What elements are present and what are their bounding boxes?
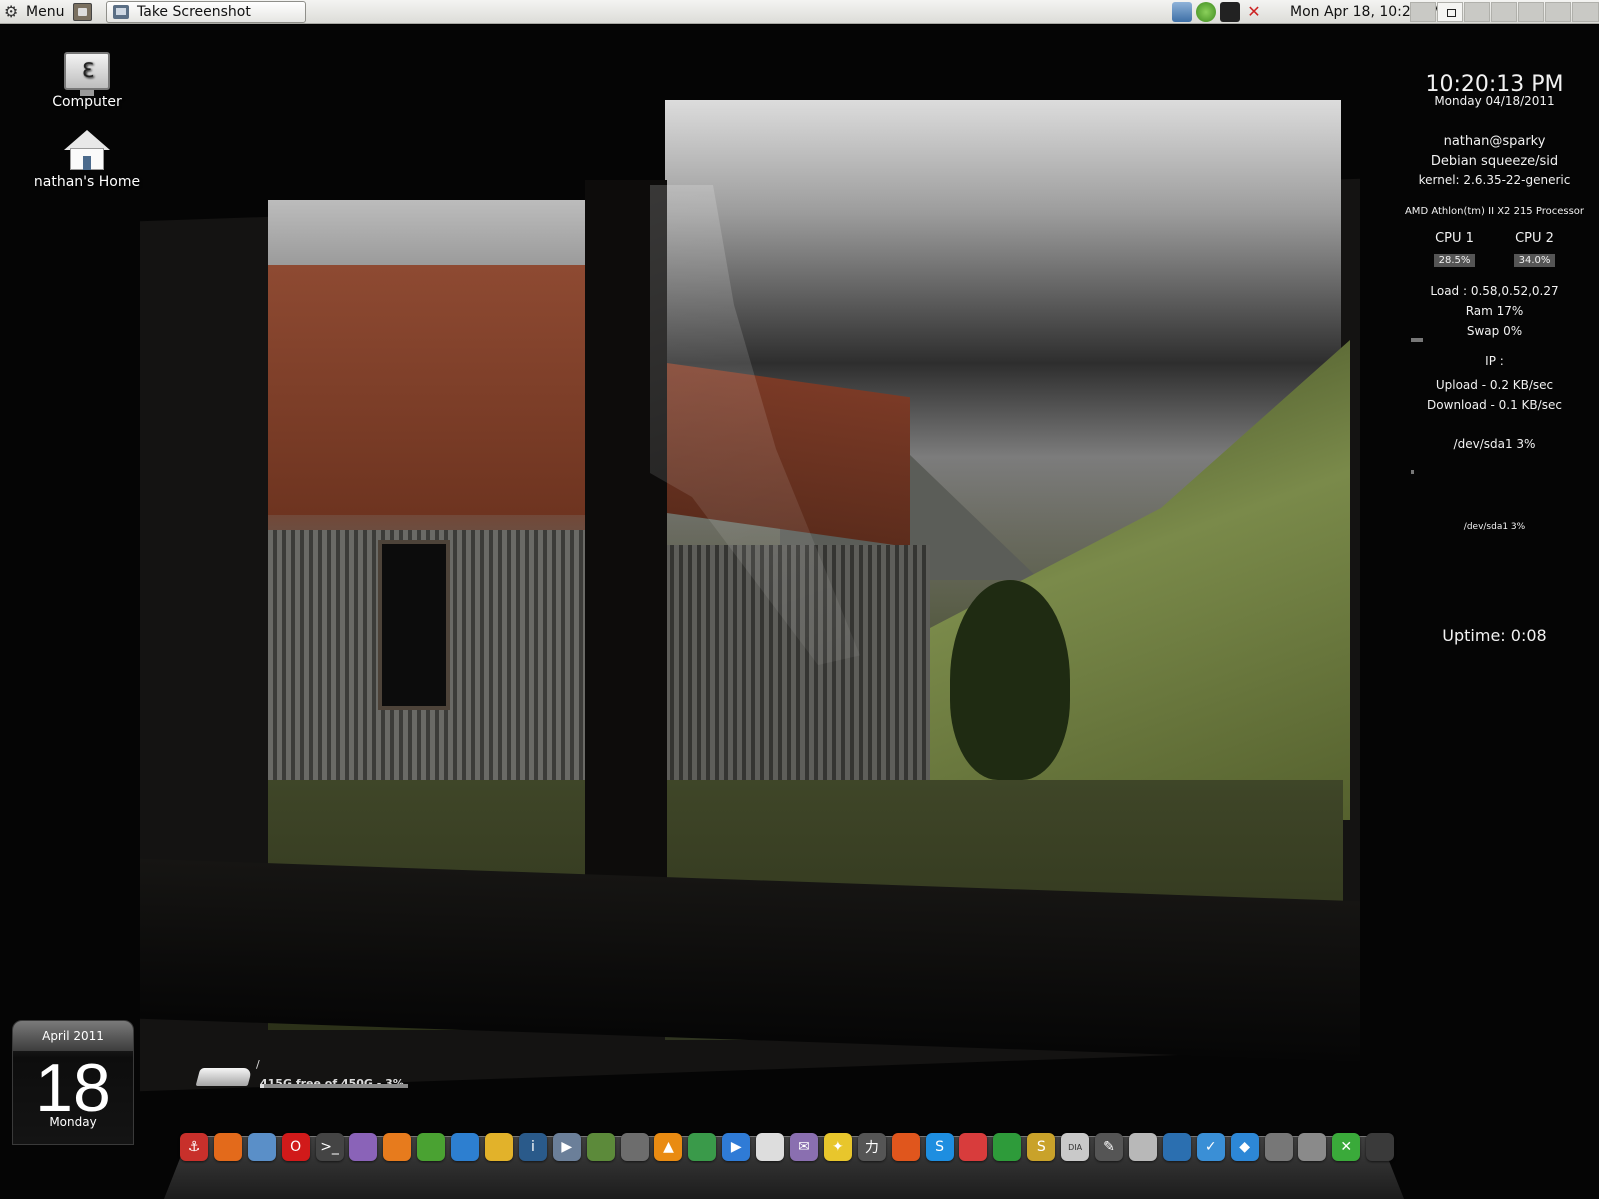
home-icon [64, 130, 110, 170]
network-icon[interactable] [1172, 2, 1192, 22]
vlc-icon[interactable]: ▲ [654, 1133, 683, 1161]
display-icon[interactable] [1220, 2, 1240, 22]
green-globe-icon[interactable] [993, 1133, 1022, 1161]
trash-icon[interactable] [1366, 1133, 1395, 1161]
workspace-1[interactable] [1410, 2, 1436, 22]
cpu2-value: 34.0% [1513, 254, 1556, 267]
conky-user: nathan@sparky [1443, 134, 1546, 149]
package-icon[interactable] [891, 1133, 920, 1161]
calendar-weekday: Monday [49, 1115, 97, 1129]
conky-upload: Upload - 0.2 KB/sec [1435, 378, 1554, 392]
dia-icon[interactable]: DIA [1061, 1133, 1090, 1161]
opera-icon[interactable]: O [281, 1133, 310, 1161]
cpu2-label: CPU 2 [1515, 231, 1554, 246]
firefox-icon[interactable] [213, 1133, 242, 1161]
kanji-icon[interactable]: 力 [857, 1133, 886, 1161]
gear-icon: ⚙ [4, 2, 19, 21]
calendar-month: April 2011 [13, 1021, 133, 1051]
desktop-icon-label: Computer [52, 94, 122, 110]
dock-icon-row: ⚓ O >_ i ▶ ▲ ▶ ✉ ✦ 力 S S DIA ✎ ✓ ◆ ✕ [180, 1133, 1395, 1161]
volume-muted-icon[interactable]: ✕ [1244, 2, 1264, 22]
cpu1-value: 28.5% [1433, 254, 1476, 267]
info-icon[interactable]: i [518, 1133, 547, 1161]
conky-ram: Ram 17% [1465, 304, 1524, 318]
conky-processor: AMD Athlon(tm) II X2 215 Processor [1404, 206, 1585, 217]
top-panel: ⚙ Menu Take Screenshot ✕ Mon Apr 18, 10:… [0, 0, 1599, 24]
mail-icon[interactable]: ✉ [790, 1133, 819, 1161]
conky-kernel: kernel: 2.6.35-22-generic [1418, 173, 1571, 187]
media-player-icon[interactable]: ▶ [552, 1133, 581, 1161]
conky-uptime: Uptime: 0:08 [1442, 626, 1547, 645]
disk-mini-bar [1411, 470, 1414, 474]
app-s-icon[interactable]: S [1027, 1133, 1056, 1161]
pen-icon[interactable] [959, 1133, 988, 1161]
workspace-2[interactable] [1437, 2, 1463, 22]
menu-button[interactable]: ⚙ Menu [4, 0, 64, 24]
workspace-3[interactable] [1464, 2, 1490, 22]
conky-disk: /dev/sda1 3% [1453, 437, 1536, 451]
desktop-icon-label: nathan's Home [33, 174, 141, 190]
conky-load: Load : 0.58,0.52,0.27 [1430, 284, 1559, 298]
disk-usage-bar [260, 1084, 408, 1088]
wallpaper-shed-window [378, 540, 450, 710]
gimp-icon[interactable] [620, 1133, 649, 1161]
computer-icon: ℇ [64, 52, 110, 96]
workspace-4[interactable] [1491, 2, 1517, 22]
workspace-7[interactable] [1572, 2, 1599, 22]
app-green-icon[interactable] [417, 1133, 446, 1161]
monitor-icon[interactable] [1162, 1133, 1191, 1161]
network-tool-icon[interactable]: ✕ [1332, 1133, 1361, 1161]
screenshot-launcher-icon[interactable] [73, 3, 92, 21]
image-viewer-icon[interactable] [586, 1133, 615, 1161]
hard-drive-icon [195, 1068, 253, 1086]
wallpaper-roof-left [268, 265, 594, 515]
calendar-day: 18 [35, 1050, 111, 1126]
pidgin-icon[interactable] [349, 1133, 378, 1161]
disk-mount-point: / [256, 1058, 260, 1071]
utility-icon[interactable] [1264, 1133, 1293, 1161]
conky-download: Download - 0.1 KB/sec [1427, 398, 1562, 412]
workspace-6[interactable] [1545, 2, 1571, 22]
anchor-icon[interactable]: ⚓ [180, 1133, 208, 1161]
chrome-icon[interactable] [688, 1133, 717, 1161]
brush-icon[interactable]: ✎ [1095, 1133, 1124, 1161]
app-orange-icon[interactable] [383, 1133, 412, 1161]
screenshot-icon [113, 5, 129, 19]
app-yellow-icon[interactable] [485, 1133, 514, 1161]
shield-icon[interactable] [1196, 2, 1216, 22]
dropbox-icon[interactable]: ◆ [1230, 1133, 1259, 1161]
terminal-icon[interactable]: >_ [315, 1133, 344, 1161]
globe-icon[interactable] [247, 1133, 276, 1161]
ram-mini-bar [1411, 338, 1423, 342]
calendar-widget[interactable]: April 2011 18 Monday [12, 1020, 134, 1145]
task-title: Take Screenshot [137, 4, 251, 20]
conky-monitor: 10:20:13 PM Monday 04/18/2011 nathan@spa… [1390, 72, 1599, 645]
conky-date: Monday 04/18/2011 [1434, 94, 1555, 108]
play-icon[interactable]: ▶ [722, 1133, 751, 1161]
taskbar-button-take-screenshot[interactable]: Take Screenshot [106, 1, 306, 23]
conky-disk-small: /dev/sda1 3% [1463, 522, 1526, 532]
checkmark-icon[interactable]: ✓ [1196, 1133, 1225, 1161]
cpu1-label: CPU 1 [1435, 231, 1474, 246]
desktop-icon-computer[interactable]: ℇ Computer [32, 52, 142, 110]
skype-icon[interactable]: S [925, 1133, 954, 1161]
scanner-icon[interactable] [1298, 1133, 1327, 1161]
menu-label: Menu [26, 4, 65, 20]
wallpaper-tree [950, 580, 1070, 780]
conky-ip: IP : [1485, 354, 1504, 368]
app-blue-icon[interactable] [451, 1133, 480, 1161]
system-tray: ✕ [1172, 2, 1264, 22]
workspace-5[interactable] [1518, 2, 1544, 22]
desktop-icon-home[interactable]: nathan's Home [32, 130, 142, 190]
conky-distro: Debian squeeze/sid [1430, 154, 1559, 169]
star-icon[interactable]: ✦ [823, 1133, 852, 1161]
editor-icon[interactable] [1128, 1133, 1157, 1161]
inkscape-icon[interactable] [756, 1133, 785, 1161]
